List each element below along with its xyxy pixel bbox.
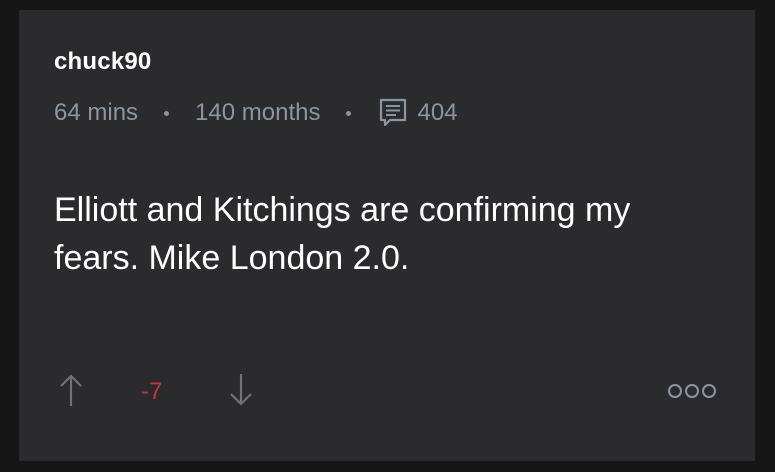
downvote-button[interactable] bbox=[227, 372, 255, 408]
comment-body: Elliott and Kitchings are confirming my … bbox=[54, 191, 631, 277]
posted-time: 64 mins bbox=[54, 99, 139, 126]
username[interactable]: chuck90 bbox=[54, 48, 151, 76]
comment-count: 404 bbox=[417, 99, 458, 126]
vote-bar: -7 bbox=[19, 368, 755, 412]
vote-score: -7 bbox=[141, 378, 163, 405]
arrow-up-icon bbox=[60, 374, 82, 406]
arrow-down-icon bbox=[230, 374, 252, 406]
comment-card: chuck90 64 mins 140 months 404 Elliott a… bbox=[19, 10, 755, 461]
upvote-button[interactable] bbox=[57, 372, 85, 408]
comment-bubble-icon bbox=[377, 97, 409, 129]
comment-meta: 64 mins 140 months 404 bbox=[54, 96, 458, 130]
separator-dot bbox=[346, 110, 352, 116]
more-options-button[interactable] bbox=[667, 382, 717, 400]
member-duration: 140 months bbox=[195, 99, 321, 126]
separator-dot bbox=[164, 110, 170, 116]
more-options-icon bbox=[668, 384, 716, 398]
